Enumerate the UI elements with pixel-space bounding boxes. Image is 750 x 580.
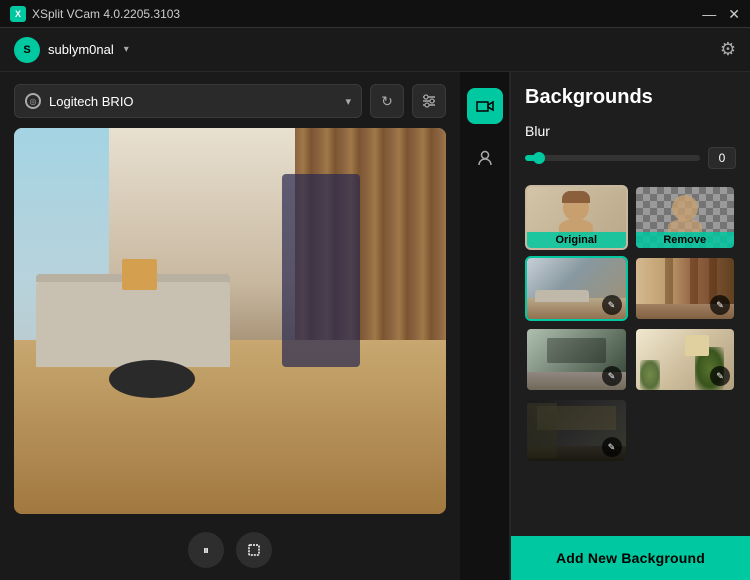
bg-item-room1[interactable]: ✎: [525, 256, 628, 321]
title-bar-controls: — ✕: [702, 7, 740, 21]
app-title: XSplit VCam 4.0.2205.3103: [32, 7, 180, 21]
blur-slider[interactable]: [525, 155, 700, 161]
app-header: S sublym0nal ▾ ⚙: [0, 28, 750, 72]
title-bar: X XSplit VCam 4.0.2205.3103 — ✕: [0, 0, 750, 28]
background-grid: Original Remove ✎: [525, 185, 736, 463]
pause-button[interactable]: ⏸: [188, 532, 224, 568]
left-panel: ◎ Logitech BRIO ▾ ↻: [0, 72, 460, 580]
bg-item-room4[interactable]: ✎: [634, 327, 737, 392]
room-table: [109, 360, 195, 399]
blur-slider-thumb: [533, 152, 545, 164]
avatar: S: [14, 37, 40, 63]
settings-icon[interactable]: ⚙: [720, 39, 736, 60]
bg-item-label-original: Original: [527, 232, 626, 248]
panel-title: Backgrounds: [525, 86, 736, 109]
edit-icon[interactable]: ✎: [710, 295, 730, 315]
main-layout: ◎ Logitech BRIO ▾ ↻: [0, 72, 750, 580]
sidebar-item-camera[interactable]: [467, 88, 503, 124]
blur-control: 0: [525, 147, 736, 169]
edit-icon[interactable]: ✎: [602, 366, 622, 386]
room-person: [282, 174, 360, 367]
right-panel: Backgrounds Blur 0 Origina: [510, 72, 750, 580]
camera-settings-button[interactable]: [412, 84, 446, 118]
blur-value: 0: [708, 147, 736, 169]
blur-label: Blur: [525, 123, 736, 139]
user-name: sublym0nal: [48, 42, 114, 57]
bg-item-original[interactable]: Original: [525, 185, 628, 250]
title-bar-left: X XSplit VCam 4.0.2205.3103: [10, 6, 180, 22]
app-icon: X: [10, 6, 26, 22]
rotate-button[interactable]: ↻: [370, 84, 404, 118]
room-pillow: [122, 259, 157, 290]
room-couch: [36, 282, 230, 367]
user-info[interactable]: S sublym0nal ▾: [14, 37, 129, 63]
video-preview: [14, 128, 446, 514]
close-button[interactable]: ✕: [728, 7, 740, 21]
chevron-down-icon: ▾: [124, 44, 129, 55]
room-scene-bg: [14, 128, 446, 514]
edit-icon[interactable]: ✎: [602, 437, 622, 457]
edit-icon[interactable]: ✎: [602, 295, 622, 315]
sidebar-icons: [460, 72, 510, 580]
add-new-background-button[interactable]: Add New Background: [511, 536, 750, 580]
bg-item-room2[interactable]: ✎: [634, 256, 737, 321]
camera-dropdown[interactable]: ◎ Logitech BRIO ▾: [14, 84, 362, 118]
bg-item-label-remove: Remove: [636, 232, 735, 248]
minimize-button[interactable]: —: [702, 7, 716, 21]
bg-item-room3[interactable]: ✎: [525, 327, 628, 392]
camera-selector: ◎ Logitech BRIO ▾ ↻: [14, 84, 446, 118]
camera-name: Logitech BRIO: [49, 94, 337, 109]
bg-item-remove[interactable]: Remove: [634, 185, 737, 250]
sidebar-item-person[interactable]: [467, 140, 503, 176]
camera-icon: ◎: [25, 93, 41, 109]
video-controls: ⏸: [14, 524, 446, 568]
chevron-down-icon: ▾: [345, 95, 351, 108]
crop-button[interactable]: [236, 532, 272, 568]
edit-icon[interactable]: ✎: [710, 366, 730, 386]
right-panel-content: Backgrounds Blur 0 Origina: [511, 72, 750, 536]
bg-item-room5[interactable]: ✎: [525, 398, 628, 463]
